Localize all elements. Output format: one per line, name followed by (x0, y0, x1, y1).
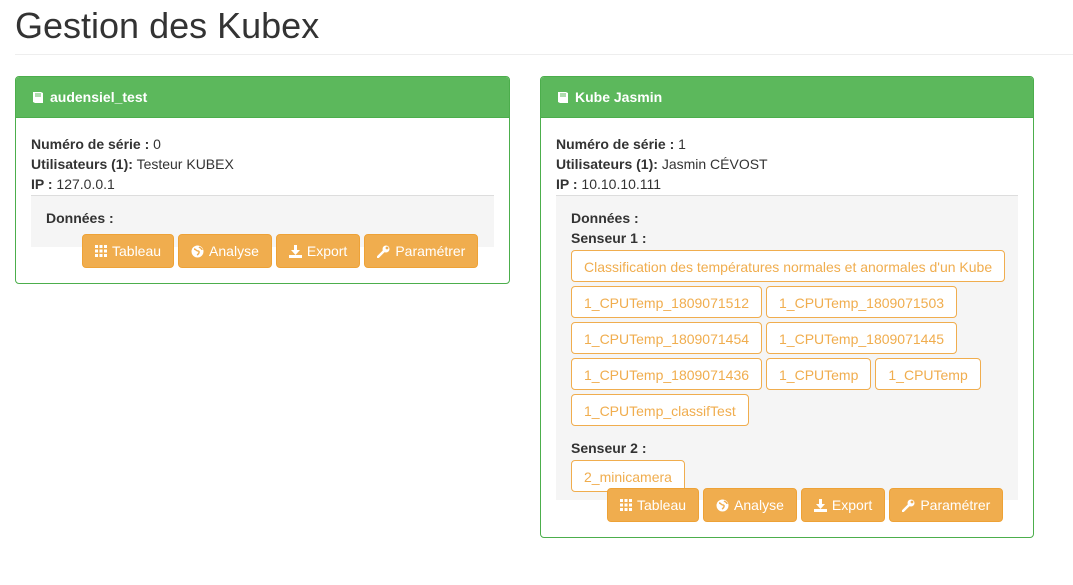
tableau-label: Tableau (112, 243, 162, 259)
serial-row: Numéro de série : 0 (31, 134, 494, 154)
dataset-chip[interactable]: 1_CPUTemp_1809071436 (571, 358, 763, 390)
action-buttons: Tableau Analyse Export Paramétrer (607, 488, 1004, 522)
parametrer-label: Paramétrer (395, 243, 466, 259)
ip-row: IP : 10.10.10.111 (556, 174, 1018, 194)
ip-value: 127.0.0.1 (56, 176, 115, 192)
wrench-icon (902, 499, 915, 512)
analyse-button[interactable]: Analyse (178, 234, 272, 268)
users-label: Utilisateurs (1): (31, 156, 133, 172)
users-row: Utilisateurs (1): Jasmin CÉVOST (556, 154, 1018, 174)
analyse-button[interactable]: Analyse (703, 488, 797, 522)
data-label: Données : (46, 210, 114, 226)
analyse-label: Analyse (209, 243, 259, 259)
panel-heading: audensiel_test (16, 77, 509, 118)
export-label: Export (306, 243, 348, 259)
serial-label: Numéro de série : (556, 136, 675, 152)
sensor-label: Senseur 1 : (571, 230, 647, 246)
export-button[interactable]: Export (800, 488, 886, 522)
dataset-chip[interactable]: 1_CPUTemp_1809071454 (571, 322, 763, 354)
users-label: Utilisateurs (1): (556, 156, 658, 172)
parametrer-button[interactable]: Paramétrer (889, 488, 1004, 522)
kube-name: Kube Jasmin (575, 89, 663, 105)
dataset-chip[interactable]: 1_CPUTemp_1809071512 (571, 286, 763, 318)
book-icon (33, 91, 43, 103)
title-divider (15, 54, 1073, 55)
globe-icon (191, 245, 204, 257)
data-label: Données : (571, 210, 639, 226)
dataset-chip[interactable]: 1_CPUTemp_1809071445 (766, 322, 958, 354)
dataset-chip[interactable]: Classification des températures normales… (571, 250, 1006, 282)
grid-icon (95, 245, 107, 257)
panel-heading: Kube Jasmin (541, 77, 1033, 118)
serial-value: 1 (678, 136, 686, 152)
grid-icon (620, 499, 632, 511)
parametrer-label: Paramétrer (920, 497, 991, 513)
users-value: Testeur KUBEX (136, 156, 234, 172)
users-row: Utilisateurs (1): Testeur KUBEX (31, 154, 494, 174)
ip-label: IP : (31, 176, 53, 192)
ip-row: IP : 127.0.0.1 (31, 174, 494, 194)
ip-label: IP : (556, 176, 578, 192)
kube-name: audensiel_test (50, 89, 148, 105)
download-icon (813, 498, 827, 512)
serial-label: Numéro de série : (31, 136, 150, 152)
dataset-chip[interactable]: 1_CPUTemp_1809071503 (766, 286, 958, 318)
tableau-button[interactable]: Tableau (82, 234, 175, 268)
export-label: Export (831, 497, 873, 513)
analyse-label: Analyse (734, 497, 784, 513)
book-icon (558, 91, 568, 103)
export-button[interactable]: Export (275, 234, 361, 268)
download-icon (288, 244, 302, 258)
action-buttons: Tableau Analyse Export Paramétrer (82, 234, 479, 268)
kube-panel-jasmin: Kube Jasmin Numéro de série : 1 Utilisat… (540, 76, 1034, 538)
serial-value: 0 (153, 136, 161, 152)
parametrer-button[interactable]: Paramétrer (364, 234, 479, 268)
ip-value: 10.10.10.111 (581, 176, 662, 192)
dataset-chip[interactable]: 1_CPUTemp (875, 358, 981, 390)
globe-icon (716, 499, 729, 511)
dataset-chip[interactable]: 1_CPUTemp (766, 358, 872, 390)
kube-panel-audensiel: audensiel_test Numéro de série : 0 Utili… (15, 76, 510, 284)
sensor-datasets: Classification des températures normales… (571, 250, 1006, 428)
tableau-button[interactable]: Tableau (607, 488, 700, 522)
users-value: Jasmin CÉVOST (661, 156, 768, 172)
wrench-icon (377, 245, 390, 258)
page-title: Gestion des Kubex (15, 5, 320, 46)
sensor-label: Senseur 2 : (571, 440, 647, 456)
tableau-label: Tableau (637, 497, 687, 513)
serial-row: Numéro de série : 1 (556, 134, 1018, 154)
data-well: Données : Senseur 1 : Classification des… (556, 195, 1018, 500)
dataset-chip[interactable]: 1_CPUTemp_classifTest (571, 394, 749, 426)
